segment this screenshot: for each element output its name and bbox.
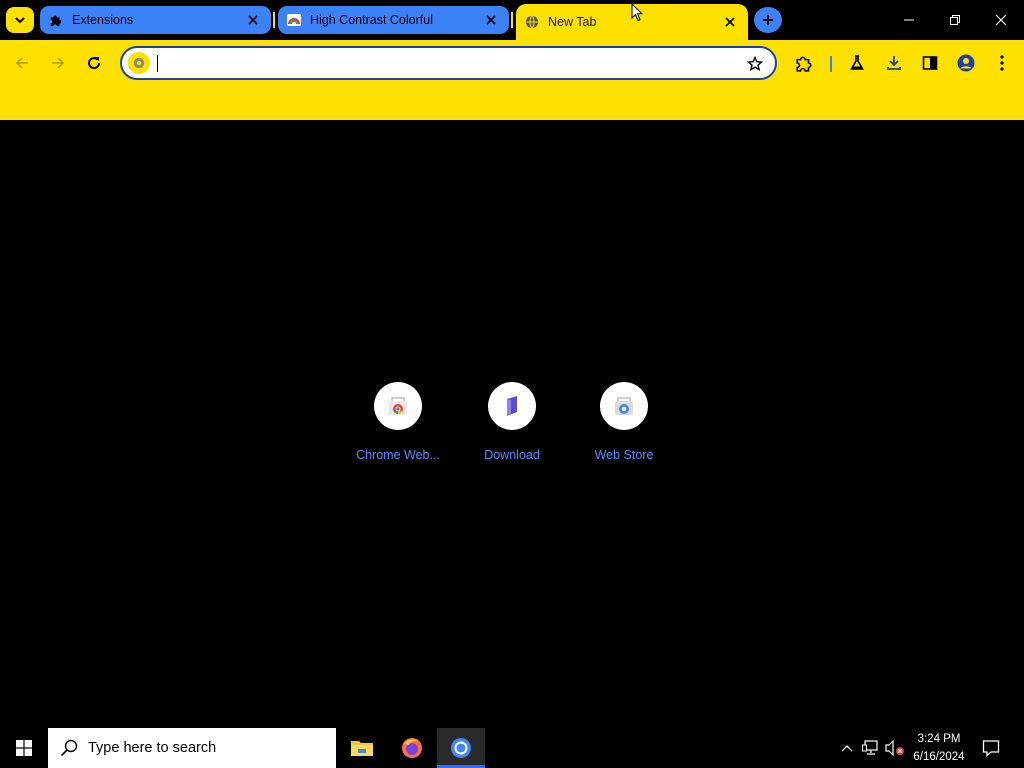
network-button[interactable] [860,728,882,768]
chevron-up-icon [841,745,853,752]
tab-high-contrast-colorful[interactable]: High Contrast Colorful [278,6,509,34]
chevron-down-icon [15,17,25,24]
downloads-button[interactable] [880,49,908,77]
text-caret [157,55,158,72]
shortcut-label: Download [484,448,540,462]
close-tab-icon[interactable] [722,14,738,30]
start-button[interactable] [0,728,48,768]
puzzle-icon [48,12,64,28]
tab-separator [511,12,513,28]
mouse-cursor-icon [631,2,644,27]
minimize-icon [904,19,914,21]
taskbar-file-explorer[interactable] [338,728,386,768]
avatar-icon [957,54,975,72]
clock-time: 3:24 PM [917,733,961,745]
toolbar-divider [830,56,832,72]
volume-muted-icon [885,740,904,756]
menu-button[interactable] [988,49,1016,77]
close-window-button[interactable] [978,0,1024,40]
address-bar[interactable] [120,46,777,80]
tab-strip: Extensions High Contrast Colorful New Ta… [0,0,1024,40]
clock-date: 6/16/2024 [913,751,965,763]
shortcut-label: Web Store [594,448,654,462]
file-explorer-icon [351,741,373,756]
close-tab-icon[interactable] [245,12,261,28]
reload-button[interactable] [80,49,108,77]
back-arrow-icon [15,57,28,69]
puzzle-icon [796,56,812,72]
restore-button[interactable] [932,0,978,40]
taskbar-clock[interactable]: 3:24 PM 6/16/2024 [906,730,972,766]
action-center-button[interactable] [978,728,1004,768]
shortcut-label: Chrome Web... [356,448,440,462]
forward-button[interactable] [44,49,72,77]
tab-title: Extensions [72,13,134,27]
taskbar-firefox[interactable] [388,728,436,768]
bookmarks-bar [0,86,1024,120]
bookmark-star-icon[interactable] [745,54,765,74]
forward-arrow-icon [52,57,65,69]
windows-taskbar: Type here to search 3:24 PM 6/16/2024 [0,728,1024,768]
profile-button[interactable] [952,49,980,77]
new-tab-page: Chrome Web... Download Web Store [0,120,1024,728]
rainbow-icon [286,12,302,28]
new-tab-button[interactable] [754,7,782,33]
tab-separator [273,12,275,28]
close-tab-icon[interactable] [483,12,499,28]
flask-icon [850,55,864,70]
restore-icon [950,15,960,25]
labs-button[interactable] [843,49,871,77]
globe-icon [524,14,540,30]
plus-icon [763,15,773,25]
taskbar-chrome[interactable] [437,728,485,768]
browser-toolbar [0,40,1024,86]
web-store-icon [600,382,648,430]
tab-search-button[interactable] [6,7,34,33]
firefox-icon [402,738,422,758]
extensions-button[interactable] [790,49,818,77]
shortcut-web-store[interactable]: Web Store [568,382,680,472]
minimize-button[interactable] [886,0,932,40]
search-icon [60,739,78,757]
address-input[interactable] [156,52,736,74]
download-icon [887,56,901,70]
close-icon [995,14,1007,26]
volume-button[interactable] [884,728,906,768]
kebab-menu-icon [1000,55,1004,71]
side-panel-button[interactable] [916,49,944,77]
site-info-icon[interactable] [128,52,150,74]
shortcut-chrome-web-store[interactable]: Chrome Web... [342,382,454,472]
windows-logo-icon [16,740,32,756]
chrome-web-store-icon [374,382,422,430]
notification-icon [982,740,1000,757]
tab-extensions[interactable]: Extensions [40,6,271,34]
network-icon [862,740,878,755]
search-placeholder: Type here to search [88,740,217,756]
taskbar-search-box[interactable]: Type here to search [48,728,336,768]
show-hidden-icons-button[interactable] [838,728,856,768]
reload-icon [88,57,101,70]
back-button[interactable] [8,49,36,77]
shortcut-download[interactable]: Download [456,382,568,472]
chrome-icon [451,738,471,758]
side-panel-icon [922,56,938,70]
download-app-icon [488,382,536,430]
tab-title: High Contrast Colorful [310,13,433,27]
